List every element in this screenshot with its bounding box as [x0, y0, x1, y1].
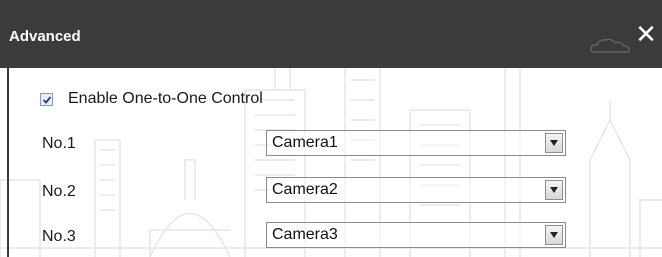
enable-one-to-one-checkbox[interactable] — [40, 93, 53, 106]
chevron-down-icon[interactable] — [545, 225, 563, 245]
advanced-dialog: Advanced ✕ Enable One-to-One Control No.… — [0, 0, 662, 257]
row-label-no3: No.3 — [42, 228, 76, 245]
dialog-title: Advanced — [9, 28, 81, 45]
chevron-down-icon[interactable] — [545, 180, 563, 200]
close-icon: ✕ — [635, 20, 657, 50]
camera-select-value: Camera2 — [272, 181, 338, 198]
camera-select-value: Camera1 — [272, 134, 338, 151]
dialog-titlebar[interactable]: Advanced ✕ — [0, 0, 662, 68]
camera-select-no3[interactable]: Camera3 — [266, 222, 566, 248]
row-label-no1: No.1 — [42, 135, 76, 152]
enable-one-to-one-label: Enable One-to-One Control — [68, 90, 263, 107]
camera-select-no2[interactable]: Camera2 — [266, 177, 566, 203]
chevron-down-icon[interactable] — [545, 133, 563, 153]
camera-select-value: Camera3 — [272, 226, 338, 243]
cloud-icon — [590, 38, 630, 53]
close-button[interactable]: ✕ — [635, 22, 657, 48]
row-label-no2: No.2 — [42, 183, 76, 200]
camera-select-no1[interactable]: Camera1 — [266, 130, 566, 156]
checkmark-icon — [42, 96, 52, 104]
